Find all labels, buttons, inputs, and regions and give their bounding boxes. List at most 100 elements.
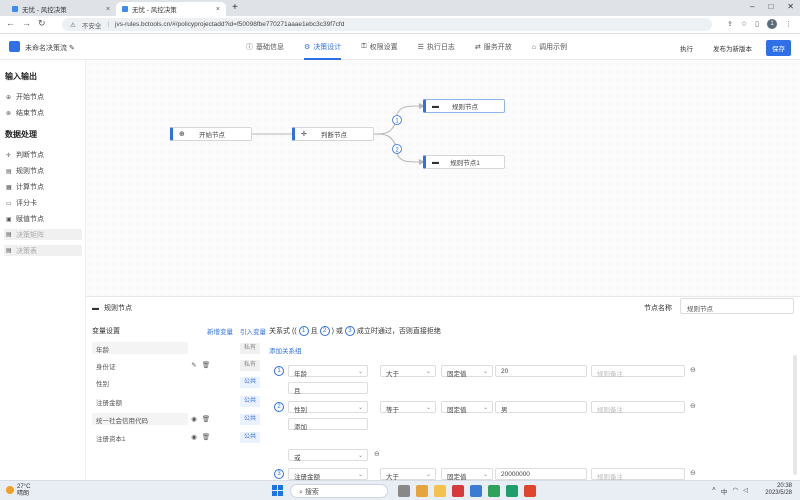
condition-ref-3[interactable]: 3 [344, 326, 355, 336]
tab-exec-log[interactable]: ☰ 执行日志 [418, 34, 455, 60]
profile-avatar[interactable]: 1 [767, 19, 777, 29]
add-variable-link[interactable]: 新增变量 [207, 326, 233, 336]
variable-row[interactable]: 性别 公共 [92, 376, 260, 388]
field-select[interactable]: 注册金额 ⌄ [288, 468, 368, 481]
sidebar-item-calc-node[interactable]: ▦ 计算节点 [6, 182, 44, 192]
close-tab-icon[interactable]: × [106, 6, 110, 13]
view-icon[interactable]: ◉ [188, 433, 200, 441]
add-relation-group-link[interactable]: 添加关系组 [269, 345, 302, 355]
remove-condition-icon[interactable]: ⊖ [690, 402, 696, 410]
wifi-icon[interactable]: ◠ [732, 486, 738, 496]
field-select[interactable]: 性别 ⌄ [288, 401, 368, 414]
browser-tab-active[interactable]: 无忧 - 风控决策 × [116, 2, 226, 16]
sidebar-item-assign-node[interactable]: ▣ 赋值节点 [6, 214, 44, 224]
url-input[interactable]: ⚠ 不安全 | jvs-rules.bctools.cn/#/policypro… [62, 18, 712, 31]
browser-app-icon[interactable] [416, 485, 428, 497]
value-type-select[interactable]: 固定值 ⌄ [441, 468, 493, 481]
rule-note-input[interactable]: 规则备注 [591, 365, 685, 378]
value-input[interactable]: 20000000 [495, 468, 587, 480]
rule-note-input[interactable]: 规则备注 [591, 468, 685, 481]
variable-row[interactable]: 身份证 ✎ 🗑 私有 [92, 359, 260, 371]
close-window-icon[interactable]: ✕ [787, 2, 794, 11]
remove-condition-icon[interactable]: ⊖ [690, 469, 696, 477]
delete-icon[interactable]: 🗑 [200, 415, 212, 423]
app-icon[interactable] [506, 485, 518, 497]
variable-row[interactable]: 注册金额 公共 [92, 395, 260, 407]
publish-button[interactable]: 发布为新版本 [707, 40, 758, 56]
variable-row[interactable]: 统一社会信用代码 ◉ 🗑 公共 [92, 413, 260, 425]
delete-icon[interactable]: 🗑 [200, 433, 212, 441]
sidebar-item-start-node[interactable]: ⊕ 开始节点 [6, 92, 44, 102]
sidebar-item-scorecard[interactable]: ▭ 评分卡 [6, 198, 37, 208]
logic-select[interactable]: 且 [288, 382, 368, 395]
edit-icon[interactable]: ✎ [188, 361, 200, 369]
sidebar-item-judge-node[interactable]: ✛ 判断节点 [6, 150, 44, 160]
group-logic-select[interactable]: 或 ⌄ [288, 449, 368, 462]
more-menu-icon[interactable]: ⋮ [785, 20, 792, 28]
weather-widget[interactable]: 27°C 晴朗 [6, 484, 30, 497]
panel-scrollbar[interactable] [793, 355, 797, 475]
operator-select[interactable]: 大于 ⌄ [380, 468, 436, 481]
rule-note-input[interactable]: 规则备注 [591, 401, 685, 414]
run-button[interactable]: 执行 [674, 40, 699, 56]
field-select[interactable]: 年龄 ⌄ [288, 365, 368, 378]
taskbar-search[interactable]: ⌕ 搜索 [290, 484, 388, 498]
security-warning-icon[interactable]: ⚠ [70, 21, 76, 29]
reload-icon[interactable]: ↻ [38, 18, 46, 29]
system-clock[interactable]: 20:38 2023/5/28 [765, 483, 792, 497]
remove-condition-icon[interactable]: ⊖ [690, 366, 696, 374]
new-tab-icon[interactable]: + [232, 2, 238, 13]
minimize-icon[interactable]: – [750, 2, 754, 11]
tab-examples[interactable]: ⌂ 调用示例 [532, 34, 567, 60]
operator-select[interactable]: 大于 ⌄ [380, 365, 436, 378]
save-button[interactable]: 保存 [766, 40, 791, 56]
variable-row[interactable]: 注册资本1 ◉ 🗑 公共 [92, 431, 260, 443]
node-name-input[interactable]: 规则节点 [680, 298, 794, 314]
back-icon[interactable]: ← [6, 18, 15, 28]
task-view-icon[interactable] [398, 485, 410, 497]
app-icon[interactable] [452, 485, 464, 497]
tab-service[interactable]: ⇄ 服务开放 [475, 34, 512, 60]
add-logic-select[interactable]: 添加 [288, 418, 368, 431]
flow-node-rule[interactable]: ▬ 规则节点 [423, 99, 505, 113]
bookmark-star-icon[interactable]: ☆ [741, 20, 747, 28]
sidebar-item-end-node[interactable]: ⊗ 结束节点 [6, 108, 44, 118]
value-input[interactable]: 男 [495, 401, 587, 414]
flow-node-rule1[interactable]: ▬ 规则节点1 [423, 155, 505, 169]
condition-ref-2[interactable]: 2 [319, 326, 330, 336]
variable-row[interactable]: 年龄 私有 [92, 342, 260, 354]
start-menu-icon[interactable] [272, 485, 283, 496]
tab-permissions[interactable]: ⚿ 权限设置 [361, 34, 397, 60]
rule-node-icon: ▬ [92, 304, 99, 312]
flow-node-start[interactable]: ⊕ 开始节点 [170, 127, 252, 141]
delete-icon[interactable]: 🗑 [200, 361, 212, 369]
share-icon[interactable]: ⇪ [727, 20, 733, 28]
file-explorer-icon[interactable] [434, 485, 446, 497]
chevron-up-icon[interactable]: ˄ [712, 486, 716, 496]
condition-ref-1[interactable]: 1 [298, 326, 309, 336]
flow-node-judge[interactable]: ✛ 判断节点 [292, 127, 374, 141]
tab-basic-info[interactable]: ⓘ 基础信息 [246, 34, 284, 60]
maximize-icon[interactable]: □ [768, 2, 773, 11]
edit-icon[interactable]: ✎ [69, 45, 75, 52]
input-method-icon[interactable]: 中 [721, 486, 728, 496]
sidebar-item-rule-node[interactable]: ▤ 规则节点 [6, 166, 44, 176]
sidebar-toggle-icon[interactable]: ▯ [755, 20, 759, 28]
tab-decision-design[interactable]: ⚙ 决策设计 [304, 34, 342, 60]
view-icon[interactable]: ◉ [188, 415, 200, 423]
operator-select[interactable]: 等于 ⌄ [380, 401, 436, 414]
app-icon[interactable] [488, 485, 500, 497]
app-icon[interactable] [524, 485, 536, 497]
value-type-select[interactable]: 固定值 ⌄ [441, 401, 493, 414]
close-tab-icon[interactable]: × [216, 6, 220, 13]
import-variable-link[interactable]: 引入变量 [240, 326, 266, 336]
volume-icon[interactable]: ◁ [743, 486, 748, 496]
project-name[interactable]: 未命名决策流 ✎ [25, 43, 75, 53]
edge-icon[interactable] [470, 485, 482, 497]
remove-group-icon[interactable]: ⊖ [374, 450, 380, 458]
value-type-select[interactable]: 固定值 ⌄ [441, 365, 493, 378]
value-input[interactable]: 20 [495, 365, 587, 377]
browser-tab[interactable]: 无忧 - 风控决策 × [6, 2, 116, 16]
forward-icon[interactable]: → [22, 18, 31, 28]
flow-canvas[interactable]: 1 2 ⊕ 开始节点 ✛ 判断节点 ▬ 规则节点 ▬ 规则节点1 [86, 60, 800, 296]
